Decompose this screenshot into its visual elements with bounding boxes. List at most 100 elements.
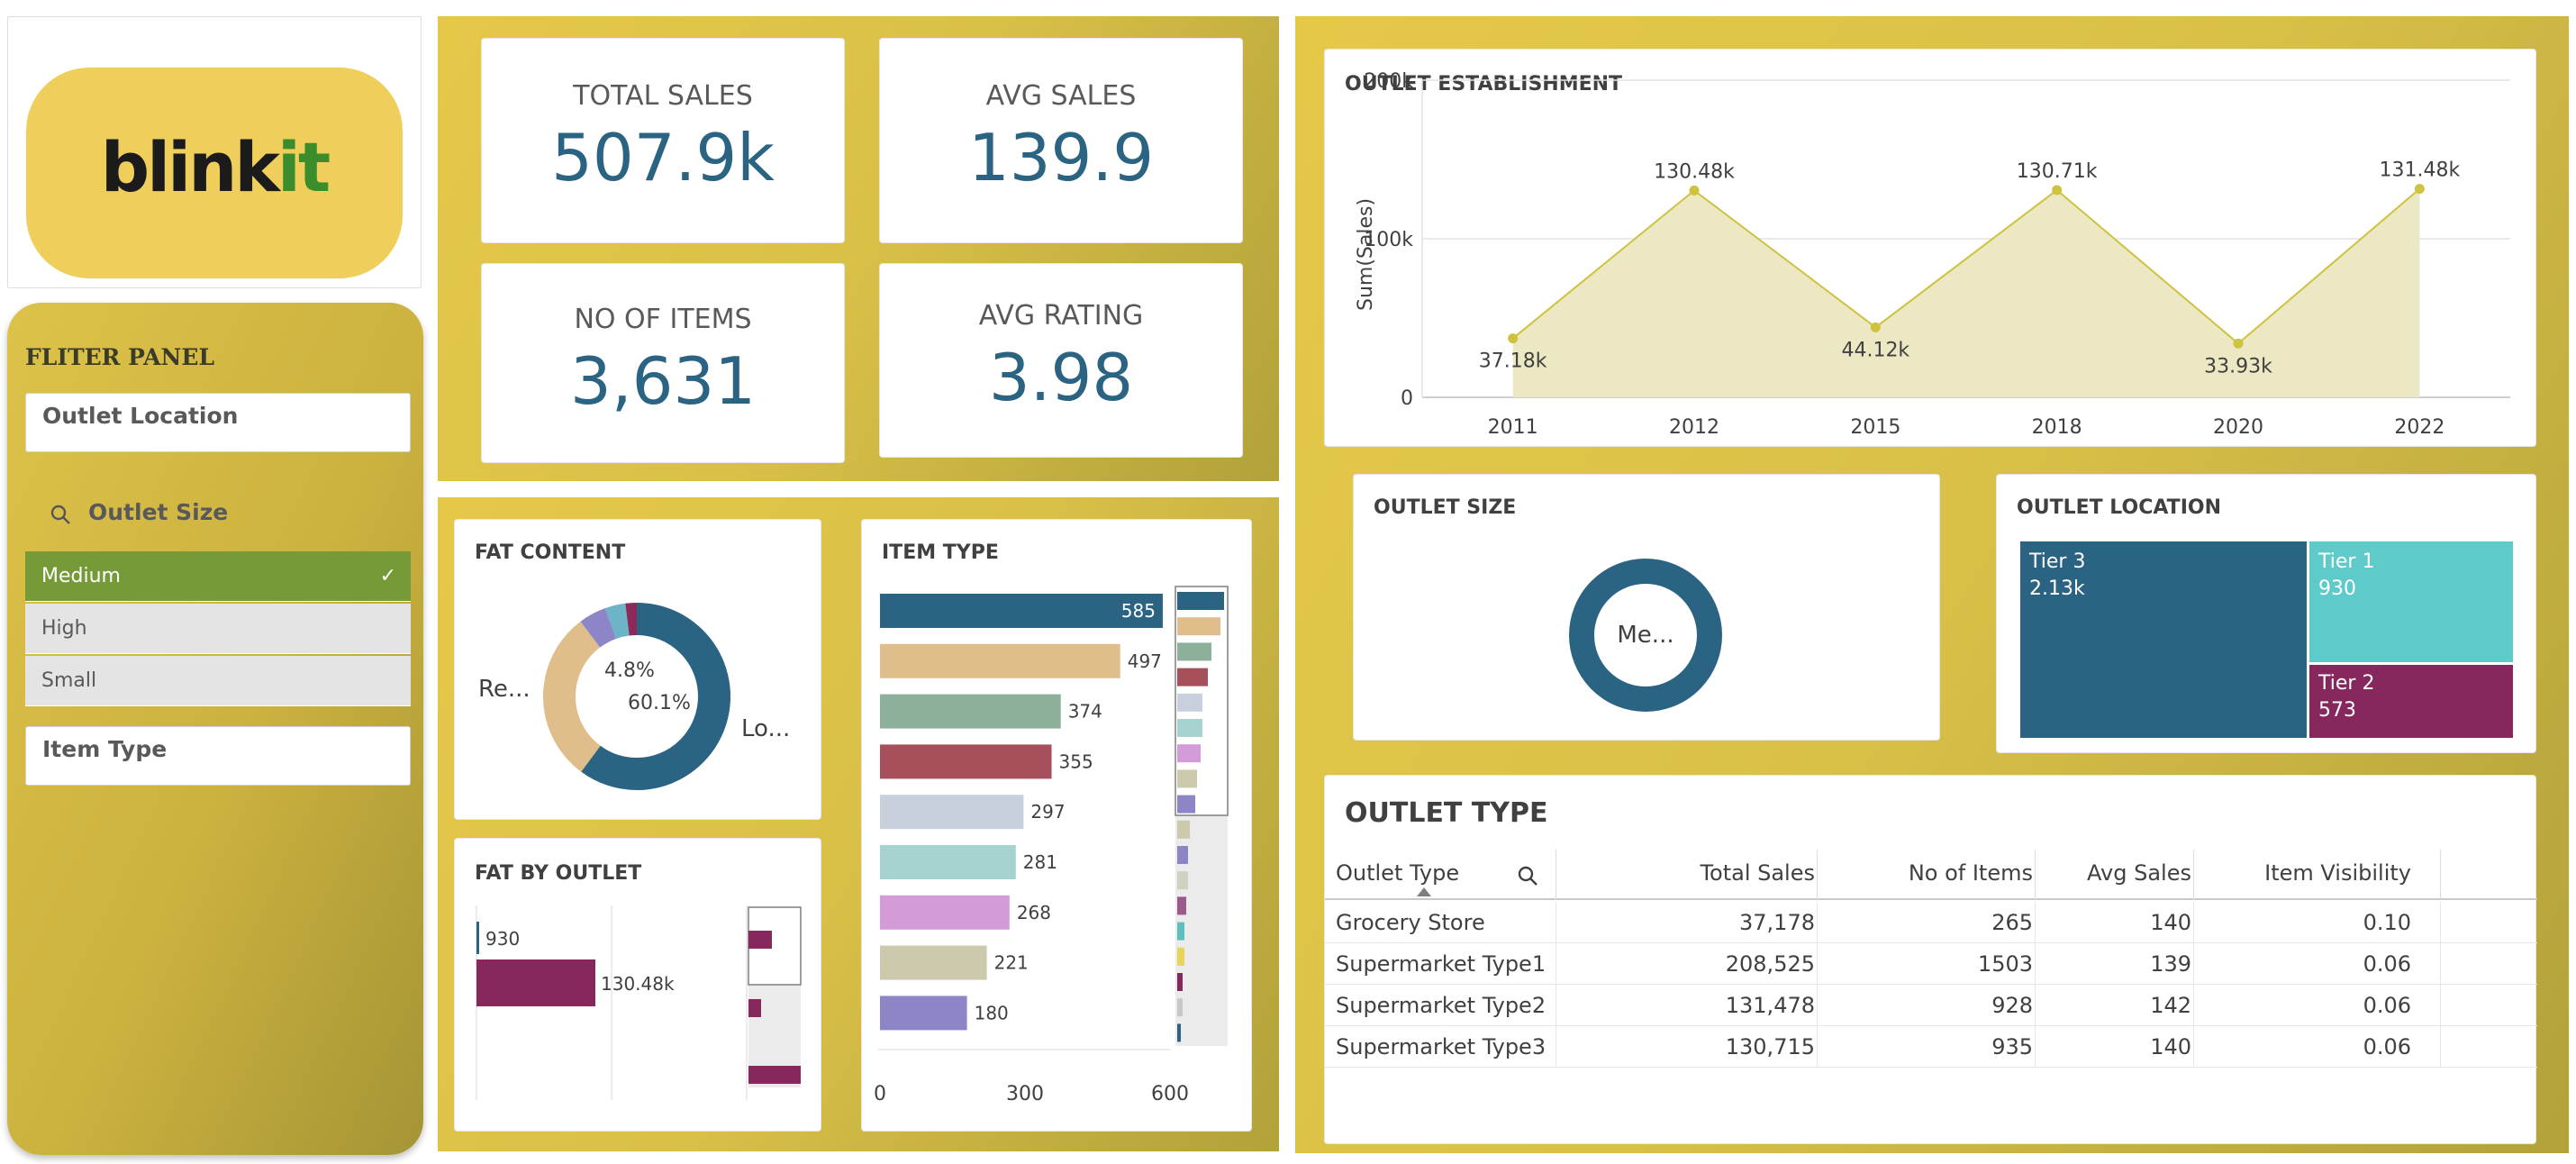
item-type-chart: 585 497 374 355 297 281 268 221 180 0 300 600: [874, 586, 1229, 1105]
column-divider: [2193, 943, 2194, 985]
y-tick-label: 200k: [1364, 70, 1413, 93]
column-header-avg-sales[interactable]: Avg Sales: [2087, 860, 2191, 886]
outlet-location-filter[interactable]: Outlet Location: [25, 393, 411, 452]
minimap-bar: [1177, 998, 1183, 1017]
table-cell: 140: [2150, 1034, 2191, 1059]
minimap-bar: [1177, 744, 1201, 763]
fat-content-donut: Re... Lo... 4.8% 60.1%: [478, 603, 790, 790]
kpi-value: 139.9: [967, 120, 1155, 196]
search-icon[interactable]: [49, 503, 72, 526]
column-header-item-visibility[interactable]: Item Visibility: [2264, 860, 2411, 886]
minimap-bar: [1177, 668, 1208, 687]
outlet-size-filter: Outlet Size Medium ✓ High Small: [25, 479, 411, 719]
column-divider: [2193, 1026, 2194, 1068]
x-tick-label: 300: [1006, 1083, 1044, 1105]
column-header-outlet-type[interactable]: Outlet Type: [1336, 860, 1459, 886]
legend-label-regular: Re...: [478, 676, 531, 703]
outlet-size-option-high[interactable]: High: [25, 604, 411, 654]
table-cell: 142: [2150, 993, 2191, 1018]
table-cell: 0.10: [2363, 910, 2411, 935]
outlet-establishment-chart: Sum(Sales) 0 100k 200k 37.18k 2011 130.48k 20…: [1355, 70, 2510, 439]
table-cell: 1503: [1977, 951, 2033, 977]
slice-label-large: 60.1%: [628, 692, 691, 714]
table-row[interactable]: Supermarket Type2 131,478 928 142 0.06: [1325, 985, 2537, 1026]
x-tick-label: 2022: [2394, 416, 2444, 439]
data-point: [2233, 338, 2244, 349]
bar: [880, 643, 1120, 678]
column-divider: [1817, 985, 1818, 1026]
outlet-size-list: Medium ✓ High Small: [25, 551, 411, 708]
kpi-value: 507.9k: [551, 120, 775, 196]
checkmark-icon: ✓: [379, 565, 396, 587]
minimap-bar: [1177, 642, 1211, 661]
logo-card: blinkit: [7, 16, 422, 288]
y-tick-label: 0: [1401, 387, 1413, 410]
minimap-bar: [1177, 592, 1224, 610]
kpi-label: NO OF ITEMS: [574, 304, 752, 335]
treemap-tile-tier1: Tier 1 930: [2309, 541, 2513, 662]
bar-value-label: 297: [1030, 801, 1065, 823]
x-tick-label: 600: [1151, 1083, 1189, 1105]
tile-label: Tier 2: [2318, 672, 2375, 695]
blinkit-logo: blinkit: [26, 68, 403, 278]
table-cell: Supermarket Type2: [1336, 993, 1547, 1018]
treemap-tile-tier2: Tier 2 573: [2309, 665, 2513, 738]
minimap-bar: [1177, 820, 1190, 839]
column-header-no-of-items[interactable]: No of Items: [1909, 860, 2033, 886]
filter-panel-title: FLITER PANEL: [25, 344, 215, 370]
data-label: 130.71k: [2017, 160, 2098, 183]
table-row[interactable]: Supermarket Type3 130,715 935 140 0.06: [1325, 1026, 2537, 1068]
kpi-label: AVG SALES: [985, 80, 1137, 112]
column-divider: [1817, 902, 1818, 943]
column-divider: [2440, 1026, 2441, 1068]
data-label: 33.93k: [2204, 355, 2272, 377]
item-type-filter[interactable]: Item Type: [25, 726, 411, 786]
logo-text: blinkit: [100, 127, 331, 207]
bar-value-label: 268: [1017, 902, 1051, 923]
table-cell: 0.06: [2363, 951, 2411, 977]
table-row[interactable]: Supermarket Type1 208,525 1503 139 0.06: [1325, 943, 2537, 985]
outlet-type-card: OUTLET TYPE Outlet Type Total Sales No o…: [1324, 775, 2537, 1144]
bar-value-label: 355: [1059, 750, 1093, 772]
minimap-bar: [1177, 617, 1220, 636]
table-cell: Grocery Store: [1336, 910, 1485, 935]
kpi-label: AVG RATING: [978, 300, 1144, 332]
column-divider: [2193, 850, 2194, 900]
outlet-size-option-small[interactable]: Small: [25, 656, 411, 706]
data-point: [1508, 333, 1519, 344]
donut-center-label: Me...: [1617, 622, 1673, 649]
chart-title: OUTLET LOCATION: [2017, 496, 2221, 519]
kpi-avg-rating: AVG RATING 3.98: [879, 263, 1243, 458]
table-row[interactable]: Grocery Store 37,178 265 140 0.10: [1325, 902, 2537, 943]
option-label: Medium: [41, 565, 121, 587]
tile-value: 930: [2318, 577, 2356, 600]
kpi-avg-sales: AVG SALES 139.9: [879, 38, 1243, 243]
column-header-total-sales[interactable]: Total Sales: [1700, 860, 1815, 886]
data-point: [2414, 184, 2425, 195]
minimap-bar: [1177, 871, 1188, 890]
bar: [880, 744, 1052, 779]
table-header: Outlet Type Total Sales No of Items Avg …: [1325, 850, 2537, 900]
sort-ascending-icon[interactable]: [1415, 886, 1433, 898]
bar-value-label: 281: [1023, 851, 1057, 873]
table-cell: 0.06: [2363, 1034, 2411, 1059]
tile-label: Tier 3: [2029, 550, 2086, 573]
tile-value: 2.13k: [2029, 577, 2085, 600]
minimap-bar: [1177, 973, 1183, 991]
y-axis-label: Sum(Sales): [1355, 198, 1377, 311]
column-divider: [1817, 850, 1818, 900]
fat-by-outlet-card: FAT BY OUTLET 930 130.48k: [454, 838, 821, 1132]
bar-value-label: 374: [1068, 701, 1102, 723]
bar-value-label: 585: [1121, 600, 1156, 622]
minimap-bar: [1177, 846, 1188, 864]
minimap-bar: [1177, 896, 1186, 915]
column-divider: [2035, 850, 2036, 900]
search-icon[interactable]: [1516, 864, 1539, 887]
minimap-bar: [1177, 947, 1184, 966]
table-cell: 935: [1991, 1034, 2033, 1059]
outlet-size-option-medium[interactable]: Medium ✓: [25, 551, 411, 602]
tile-label: Tier 1: [2318, 550, 2375, 573]
bar: [880, 845, 1016, 879]
bar: [880, 996, 967, 1031]
outlet-size-filter-label: Outlet Size: [88, 499, 229, 525]
